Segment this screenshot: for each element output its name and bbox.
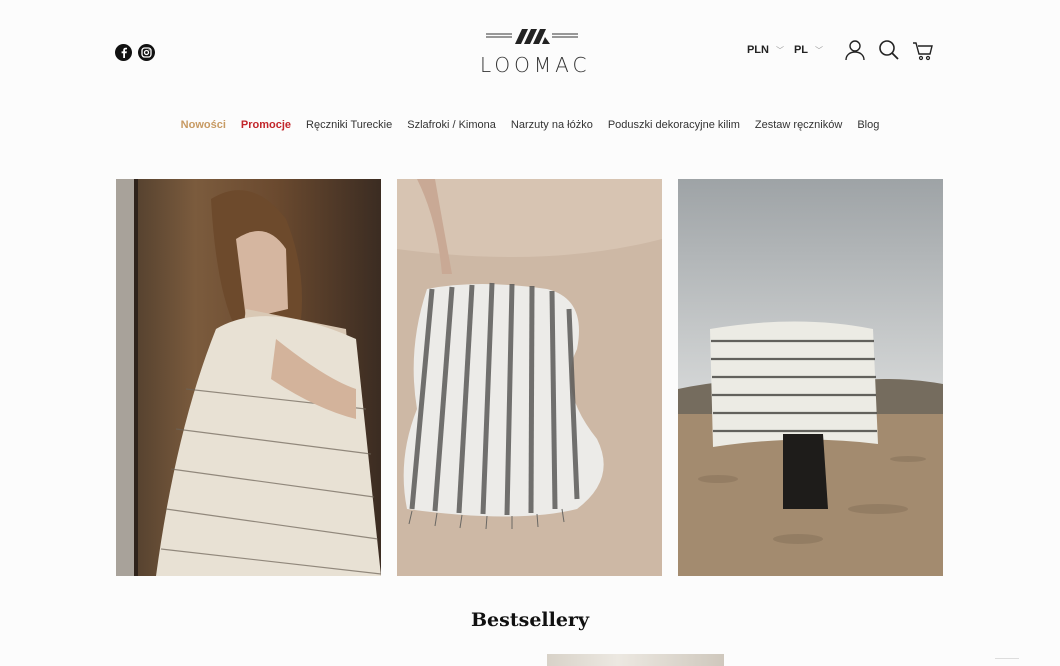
hero-gallery xyxy=(116,179,943,576)
main-navigation: Nowości Promocje Ręczniki Tureckie Szlaf… xyxy=(0,119,1060,131)
scroll-top-button[interactable] xyxy=(995,658,1019,664)
nav-item-zestaw[interactable]: Zestaw ręczników xyxy=(755,119,842,131)
striped-towel-held-in-desert-photo[interactable] xyxy=(678,179,943,576)
instagram-icon[interactable] xyxy=(138,44,155,61)
nav-item-narzuty[interactable]: Narzuty na łóżko xyxy=(511,119,593,131)
chevron-down-icon: ﹀ xyxy=(815,45,823,55)
language-selector[interactable]: PL ﹀ xyxy=(794,44,823,56)
cart-icon[interactable] xyxy=(911,38,935,62)
site-header: LOOMAC PLN ﹀ PL ﹀ xyxy=(0,0,1060,100)
language-value: PL xyxy=(793,44,808,56)
nav-item-nowosci[interactable]: Nowości xyxy=(181,119,226,131)
logo-mark-icon xyxy=(486,29,578,44)
product-card-image[interactable] xyxy=(547,654,724,666)
nav-item-promocje[interactable]: Promocje xyxy=(241,119,291,131)
striped-towel-on-sand-photo[interactable] xyxy=(397,179,662,576)
nav-item-szlafroki-kimona[interactable]: Szlafroki / Kimona xyxy=(407,119,496,131)
currency-selector[interactable]: PLN ﹀ xyxy=(747,44,784,56)
nav-item-poduszki[interactable]: Poduszki dekoracyjne kilim xyxy=(608,119,740,131)
header-actions: PLN ﹀ PL ﹀ xyxy=(747,38,935,62)
woman-wrapped-in-towel-photo[interactable] xyxy=(116,179,381,576)
brand-logo[interactable]: LOOMAC xyxy=(480,26,591,77)
search-icon[interactable] xyxy=(877,38,901,62)
bestsellers-heading: Bestsellery xyxy=(471,609,589,631)
user-icon[interactable] xyxy=(843,38,867,62)
social-links xyxy=(115,44,155,61)
nav-item-reczniki-tureckie[interactable]: Ręczniki Tureckie xyxy=(306,119,392,131)
nav-item-blog[interactable]: Blog xyxy=(857,119,879,131)
currency-value: PLN xyxy=(746,44,769,56)
chevron-down-icon: ﹀ xyxy=(775,45,784,55)
facebook-icon[interactable] xyxy=(115,44,132,61)
brand-name: LOOMAC xyxy=(480,53,591,77)
